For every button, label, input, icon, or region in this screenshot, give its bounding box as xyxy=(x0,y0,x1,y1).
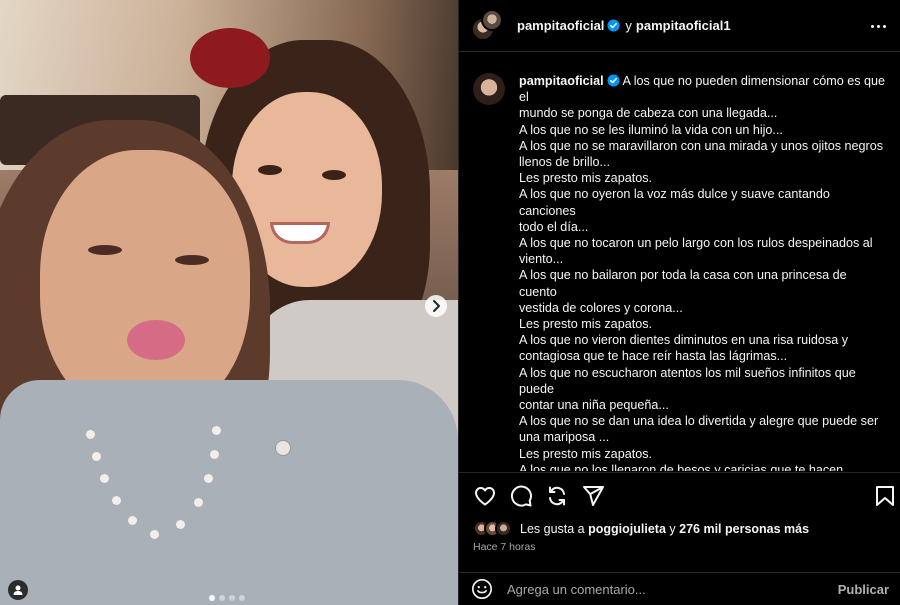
author-username[interactable]: pampitaoficial xyxy=(517,18,604,33)
likes-connector: y xyxy=(669,521,676,536)
carousel-dot xyxy=(209,595,215,601)
caption-line: todo el día... xyxy=(519,219,589,234)
comment-icon[interactable] xyxy=(509,484,533,508)
caption-line: A los que no se maravillaron con una mir… xyxy=(519,138,884,153)
photo-pearl xyxy=(210,450,219,459)
post-timestamp[interactable]: Hace 7 horas xyxy=(473,541,535,553)
photo-pearl xyxy=(204,474,213,483)
photo-pearl xyxy=(212,426,221,435)
caption-line: A los que no se les iluminó la vida con … xyxy=(519,122,783,137)
photo-pearl xyxy=(150,530,159,539)
action-bar xyxy=(459,472,900,517)
more-options-icon xyxy=(870,24,874,28)
emoji-icon[interactable] xyxy=(471,578,493,600)
user-tag-icon xyxy=(13,585,23,595)
caption-line: Les presto mis zapatos. xyxy=(519,446,652,461)
carousel-dot xyxy=(219,595,225,601)
comment-bar: Publicar xyxy=(459,572,900,605)
caption-line: llenos de brillo... xyxy=(519,155,611,170)
carousel-next-button[interactable] xyxy=(425,295,447,317)
caption-scroll-area[interactable]: pampitaoficial A los que no pueden dimen… xyxy=(459,53,900,471)
carousel-indicator xyxy=(209,595,245,601)
caption-line: A los que no escucharon atentos los mil … xyxy=(519,365,856,396)
verified-badge-icon xyxy=(607,74,620,87)
likes-prefix: Les gusta a xyxy=(520,521,585,536)
photo-woman-lips xyxy=(127,320,185,360)
chevron-right-icon xyxy=(433,300,440,312)
collaborator-username[interactable]: pampitaoficial1 xyxy=(636,18,731,33)
likes-count[interactable]: 276 mil personas más xyxy=(679,522,809,536)
photo-woman-eye-left xyxy=(88,245,122,255)
post-photo[interactable] xyxy=(0,0,458,605)
caption-line: Les presto mis zapatos. xyxy=(519,171,652,186)
verified-badge-icon xyxy=(607,19,620,32)
photo-pearl xyxy=(194,498,203,507)
more-options-button[interactable] xyxy=(866,14,890,38)
caption-line: A los que no se dan una idea lo divertid… xyxy=(519,414,879,429)
caption-line: A los que no los llenaron de besos y car… xyxy=(519,462,844,471)
photo-pearl xyxy=(112,496,121,505)
liker-username[interactable]: poggiojulieta xyxy=(588,522,666,536)
share-icon[interactable] xyxy=(581,484,605,508)
caption-line: A los que no bailaron por toda la casa c… xyxy=(519,268,847,299)
tagged-users-button[interactable] xyxy=(8,580,28,600)
caption-body: mundo se ponga de cabeza con una llegada… xyxy=(519,105,887,471)
caption-line: viento... xyxy=(519,252,564,267)
caption-line: A los que no vieron dientes diminutos en… xyxy=(519,333,849,348)
photo-pearl xyxy=(128,516,137,525)
photo-girl-eye-left xyxy=(258,165,282,175)
comment-input[interactable] xyxy=(507,581,838,597)
post-header: pampitaoficial y pampitaoficial1 xyxy=(459,0,900,52)
collab-avatars[interactable] xyxy=(471,8,505,43)
repost-icon[interactable] xyxy=(545,484,569,508)
carousel-dot xyxy=(239,595,245,601)
photo-hair-bow xyxy=(190,28,270,88)
photo-pearl xyxy=(86,430,95,439)
avatar[interactable] xyxy=(481,8,503,31)
photo-woman-shirt xyxy=(0,380,458,605)
caption-line: una mariposa ... xyxy=(519,430,610,445)
caption-line: A los que no oyeron la voz más dulce y s… xyxy=(519,187,830,218)
publish-button[interactable]: Publicar xyxy=(838,582,889,597)
caption-line: A los que no tocaron un pelo largo con l… xyxy=(519,236,873,251)
photo-pearl xyxy=(176,520,185,529)
caption-line: vestida de colores y corona... xyxy=(519,300,683,315)
post-detail-panel: pampitaoficial y pampitaoficial1 pampita… xyxy=(458,0,900,605)
caption-text: pampitaoficial A los que no pueden dimen… xyxy=(519,73,887,471)
caption-line: Les presto mis zapatos. xyxy=(519,317,652,332)
bookmark-icon[interactable] xyxy=(873,484,897,508)
photo-woman-eye-right xyxy=(175,255,209,265)
likes-summary[interactable]: Les gusta a poggiojulieta y 276 mil pers… xyxy=(473,520,809,537)
avatar[interactable] xyxy=(473,73,505,105)
photo-pearl xyxy=(100,474,109,483)
caption-username[interactable]: pampitaoficial xyxy=(519,74,604,88)
avatar xyxy=(495,520,512,537)
caption-line: contar una niña pequeña... xyxy=(519,398,669,413)
heart-icon[interactable] xyxy=(473,484,497,508)
photo-shirt-button xyxy=(275,440,291,456)
liker-avatars xyxy=(473,520,512,537)
photo-pearl xyxy=(92,452,101,461)
caption-line: contagiosa que te hace reír hasta las lá… xyxy=(519,349,788,364)
photo-girl-eye-right xyxy=(322,170,346,180)
collab-separator: y xyxy=(625,18,632,33)
carousel-dot xyxy=(229,595,235,601)
caption-line: mundo se ponga de cabeza con una llegada… xyxy=(519,106,778,121)
